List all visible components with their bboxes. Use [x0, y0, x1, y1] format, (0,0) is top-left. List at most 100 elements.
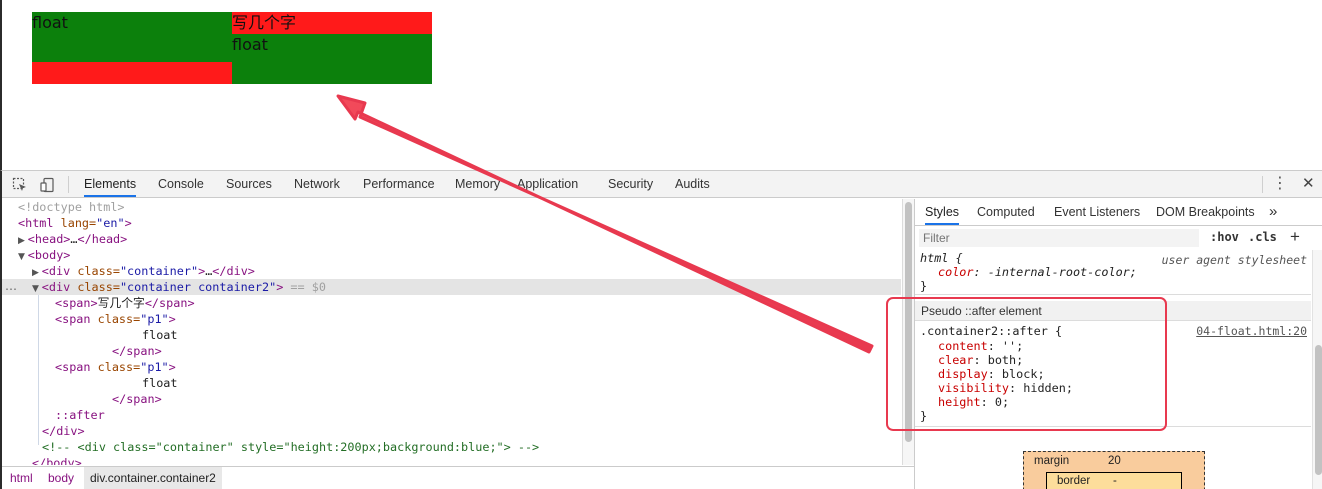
body-close-tag: </body>: [32, 456, 82, 465]
after-pseudo-node[interactable]: ::after: [55, 407, 105, 423]
margin-value[interactable]: 20: [1108, 455, 1121, 467]
span-close-tag: </span>: [112, 344, 162, 358]
border-label: border: [1057, 475, 1091, 487]
rule-close-brace: }: [920, 279, 928, 293]
vertical-dots-icon[interactable]: ⋮: [1272, 175, 1288, 193]
rule-property[interactable]: color: -internal-root-color;: [938, 265, 1137, 279]
div-close-tag: </div>: [42, 424, 85, 438]
div2-attr: class=: [70, 280, 120, 294]
after-pseudo-text: ::after: [55, 408, 105, 422]
red-block: [32, 62, 232, 84]
span-node-2[interactable]: <span class="p1">: [55, 311, 176, 327]
doctype-text: <!doctype html>: [18, 200, 125, 214]
tree-guide-line: [38, 295, 39, 445]
body-close-node[interactable]: </body>: [32, 455, 82, 465]
span-node-1[interactable]: <span>写几个字</span>: [55, 295, 195, 311]
styles-scrollbar[interactable]: [1312, 250, 1322, 489]
inspect-cursor-icon[interactable]: [12, 177, 28, 193]
html-tag-end: >: [124, 216, 132, 230]
span-node-3[interactable]: <span class="p1">: [55, 359, 176, 375]
head-tag: <head>: [27, 232, 71, 246]
toolbar-separator: [68, 176, 69, 193]
span-attr: class=: [90, 360, 141, 374]
tab-elements[interactable]: Elements: [84, 171, 137, 197]
toolbar-separator-right: [1262, 176, 1263, 193]
border-value[interactable]: -: [1113, 475, 1117, 487]
div-close-tag: </div>: [212, 264, 255, 278]
tab-styles[interactable]: Styles: [925, 199, 960, 225]
text-span-block: 写几个字: [232, 12, 432, 34]
span-open-tag: <span>: [55, 296, 98, 310]
tabs-overflow-icon[interactable]: »: [1269, 199, 1277, 225]
margin-label: margin: [1034, 455, 1070, 467]
span-close-node[interactable]: </span>: [112, 343, 162, 359]
div-container2-node[interactable]: ▼ <div class="container container2"> == …: [32, 279, 326, 295]
div-attr: class=: [70, 264, 120, 278]
device-toggle-icon[interactable]: [40, 177, 56, 193]
tab-security[interactable]: Security: [608, 171, 653, 197]
annotation-highlight-box: [886, 297, 1167, 431]
div-tag: <div: [41, 264, 71, 278]
tab-event-listeners[interactable]: Event Listeners: [1054, 199, 1140, 225]
tab-memory[interactable]: Memory: [455, 171, 500, 197]
box-model-border[interactable]: border -: [1046, 472, 1182, 489]
tab-computed[interactable]: Computed: [977, 199, 1035, 225]
span-tag-end: >: [168, 360, 176, 374]
span-float-text: float: [142, 376, 178, 390]
tab-console[interactable]: Console: [158, 171, 204, 197]
span-text-node[interactable]: float: [142, 375, 178, 391]
breadcrumb-div-container2[interactable]: div.container.container2: [84, 467, 222, 489]
html-node[interactable]: <html lang="en">: [18, 215, 132, 231]
body-node[interactable]: ▼ <body>: [18, 247, 70, 263]
source-link[interactable]: 04-float.html:20: [1196, 324, 1307, 338]
html-attr: lang=: [53, 216, 97, 230]
tab-application[interactable]: Application: [517, 171, 578, 197]
row-options-dots[interactable]: …: [5, 279, 17, 295]
tab-audits[interactable]: Audits: [675, 171, 710, 197]
breadcrumb-body[interactable]: body: [48, 467, 74, 489]
body-tag: <body>: [27, 248, 71, 262]
div2-attr-value: "container container2": [119, 280, 277, 294]
add-rule-button[interactable]: +: [1290, 227, 1300, 247]
styles-filter-input[interactable]: [919, 229, 1199, 247]
styles-filter-bar: :hov .cls +: [915, 227, 1311, 249]
div2-tag: <div: [41, 280, 71, 294]
hov-toggle-button[interactable]: :hov: [1210, 230, 1239, 244]
collapse-triangle-icon[interactable]: ▼: [32, 284, 42, 294]
tab-sources[interactable]: Sources: [226, 171, 272, 197]
box-model-margin[interactable]: margin 20 border -: [1023, 451, 1205, 489]
close-icon[interactable]: ✕: [1302, 174, 1315, 194]
selector-text: html {: [920, 251, 963, 265]
tab-performance[interactable]: Performance: [363, 171, 435, 197]
span-close-node[interactable]: </span>: [112, 391, 162, 407]
tab-dom-breakpoints[interactable]: DOM Breakpoints: [1156, 199, 1255, 225]
doctype-node[interactable]: <!doctype html>: [18, 199, 125, 215]
head-node[interactable]: ▶ <head>…</head>: [18, 231, 127, 247]
comment-node[interactable]: <!-- <div class="container" style="heigh…: [42, 439, 539, 455]
breadcrumb-html[interactable]: html: [10, 467, 33, 489]
span-close-tag: </span>: [144, 296, 195, 310]
span-text-node[interactable]: float: [142, 327, 178, 343]
tab-network[interactable]: Network: [294, 171, 340, 197]
span-tag-end: >: [168, 312, 176, 326]
cls-toggle-button[interactable]: .cls: [1248, 230, 1277, 244]
collapse-triangle-icon[interactable]: ▼: [18, 252, 28, 262]
div-container-node[interactable]: ▶ <div class="container">…</div>: [32, 263, 255, 279]
span-attr-value: "p1": [140, 360, 169, 374]
span-attr-value: "p1": [140, 312, 169, 326]
float-block-2: float: [232, 35, 268, 54]
comment-text: <!-- <div class="container" style="heigh…: [42, 440, 540, 454]
expand-triangle-icon[interactable]: ▶: [18, 236, 28, 246]
elements-tree[interactable]: … <!doctype html> <html lang="en"> ▶ <he…: [2, 199, 901, 465]
style-rule-html[interactable]: html { user agent stylesheet color: -int…: [915, 249, 1311, 295]
property-value: -internal-root-color;: [980, 265, 1137, 279]
head-close-tag: </head>: [77, 232, 128, 246]
div-close-node[interactable]: </div>: [42, 423, 85, 439]
span-close-tag: </span>: [112, 392, 162, 406]
property-name: color: [938, 265, 974, 279]
devtools-toolbar: Elements Console Sources Network Perform…: [2, 171, 1322, 198]
expand-triangle-icon[interactable]: ▶: [32, 268, 42, 278]
scrollbar-thumb[interactable]: [1315, 345, 1322, 475]
user-agent-source: user agent stylesheet: [1161, 253, 1307, 267]
head-collapsed-dots: …: [70, 232, 78, 246]
